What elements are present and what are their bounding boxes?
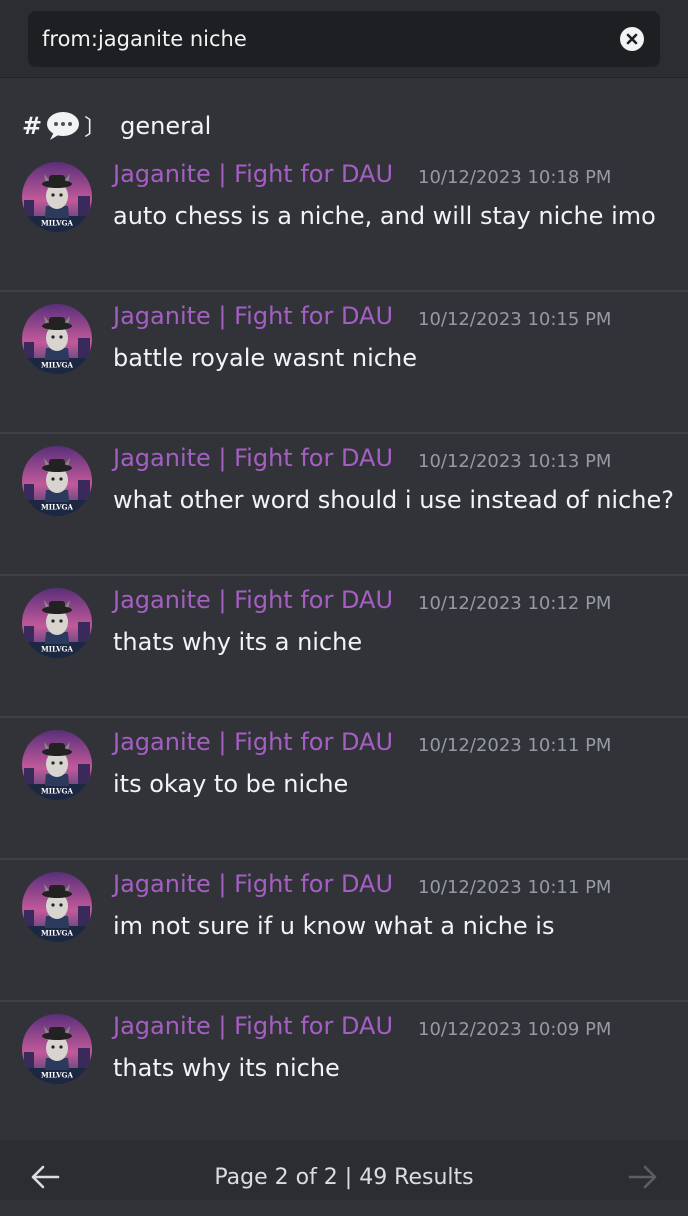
channel-header[interactable]: # 〕 general	[22, 106, 211, 146]
avatar-logo-text: MILVGA	[41, 219, 74, 228]
avatar-logo-text: MILVGA	[41, 929, 74, 938]
message-result[interactable]: MILVGA Jaganite | Fight for DAU 10/12/2023…	[0, 1002, 688, 1144]
message-timestamp: 10/12/2023 10:11 PM	[418, 877, 612, 898]
avatar-logo-text: MILVGA	[41, 1071, 74, 1080]
avatar[interactable]: MILVGA	[22, 588, 92, 658]
avatar[interactable]: MILVGA	[22, 872, 92, 942]
message-author[interactable]: Jaganite | Fight for DAU	[113, 160, 393, 188]
message-timestamp: 10/12/2023 10:09 PM	[418, 1019, 612, 1040]
message-content: what other word should i use instead of …	[113, 486, 674, 514]
avatar-logo-text: MILVGA	[41, 787, 74, 796]
search-query[interactable]: from:jaganite niche	[42, 11, 247, 67]
message-result[interactable]: MILVGA Jaganite | Fight for DAU 10/12/2023…	[0, 292, 688, 434]
message-timestamp: 10/12/2023 10:15 PM	[418, 309, 612, 330]
message-content: auto chess is a niche, and will stay nic…	[113, 202, 656, 230]
message-timestamp: 10/12/2023 10:11 PM	[418, 735, 612, 756]
arrow-right-icon	[626, 1162, 660, 1192]
message-result[interactable]: MILVGA Jaganite | Fight for DAU 10/12/2023…	[0, 718, 688, 860]
avatar[interactable]: MILVGA	[22, 446, 92, 516]
message-timestamp: 10/12/2023 10:18 PM	[418, 167, 612, 188]
message-author[interactable]: Jaganite | Fight for DAU	[113, 302, 393, 330]
search-bar: from:jaganite niche	[0, 0, 688, 78]
channel-name: general	[120, 112, 212, 140]
message-content: thats why its niche	[113, 1054, 340, 1082]
avatar[interactable]: MILVGA	[22, 730, 92, 800]
message-author[interactable]: Jaganite | Fight for DAU	[113, 586, 393, 614]
message-timestamp: 10/12/2023 10:13 PM	[418, 451, 612, 472]
message-author[interactable]: Jaganite | Fight for DAU	[113, 1012, 393, 1040]
message-author[interactable]: Jaganite | Fight for DAU	[113, 444, 393, 472]
avatar[interactable]: MILVGA	[22, 162, 92, 232]
message-content: thats why its a niche	[113, 628, 363, 656]
channel-hash: #	[22, 112, 43, 140]
message-content: im not sure if u know what a niche is	[113, 912, 555, 940]
search-input[interactable]: from:jaganite niche	[28, 11, 660, 67]
channel-bracket: 〕	[84, 116, 107, 141]
avatar-logo-text: MILVGA	[41, 645, 74, 654]
avatar-logo-text: MILVGA	[41, 503, 74, 512]
message-result[interactable]: MILVGA Jaganite | Fight for DAU 10/12/2023…	[0, 434, 688, 576]
message-content: its okay to be niche	[113, 770, 349, 798]
message-author[interactable]: Jaganite | Fight for DAU	[113, 728, 393, 756]
speech-bubble-icon	[44, 110, 82, 142]
close-circle-icon[interactable]	[620, 27, 644, 51]
message-content: battle royale wasnt niche	[113, 344, 417, 372]
pagination-status: Page 2 of 2 | 49 Results	[214, 1165, 474, 1190]
avatar-logo-text: MILVGA	[41, 361, 74, 370]
message-result[interactable]: MILVGA Jaganite | Fight for DAU 10/12/2023…	[0, 576, 688, 718]
pagination-bar: Page 2 of 2 | 49 Results	[0, 1140, 688, 1200]
avatar[interactable]: MILVGA	[22, 1014, 92, 1084]
message-result[interactable]: MILVGA Jaganite | Fight for DAU 10/12/2023…	[0, 150, 688, 292]
message-result[interactable]: MILVGA Jaganite | Fight for DAU 10/12/2023…	[0, 860, 688, 1002]
message-author[interactable]: Jaganite | Fight for DAU	[113, 870, 393, 898]
message-timestamp: 10/12/2023 10:12 PM	[418, 593, 612, 614]
avatar[interactable]: MILVGA	[22, 304, 92, 374]
search-results: MILVGA Jaganite | Fight for DAU 10/12/2023…	[0, 150, 688, 1144]
